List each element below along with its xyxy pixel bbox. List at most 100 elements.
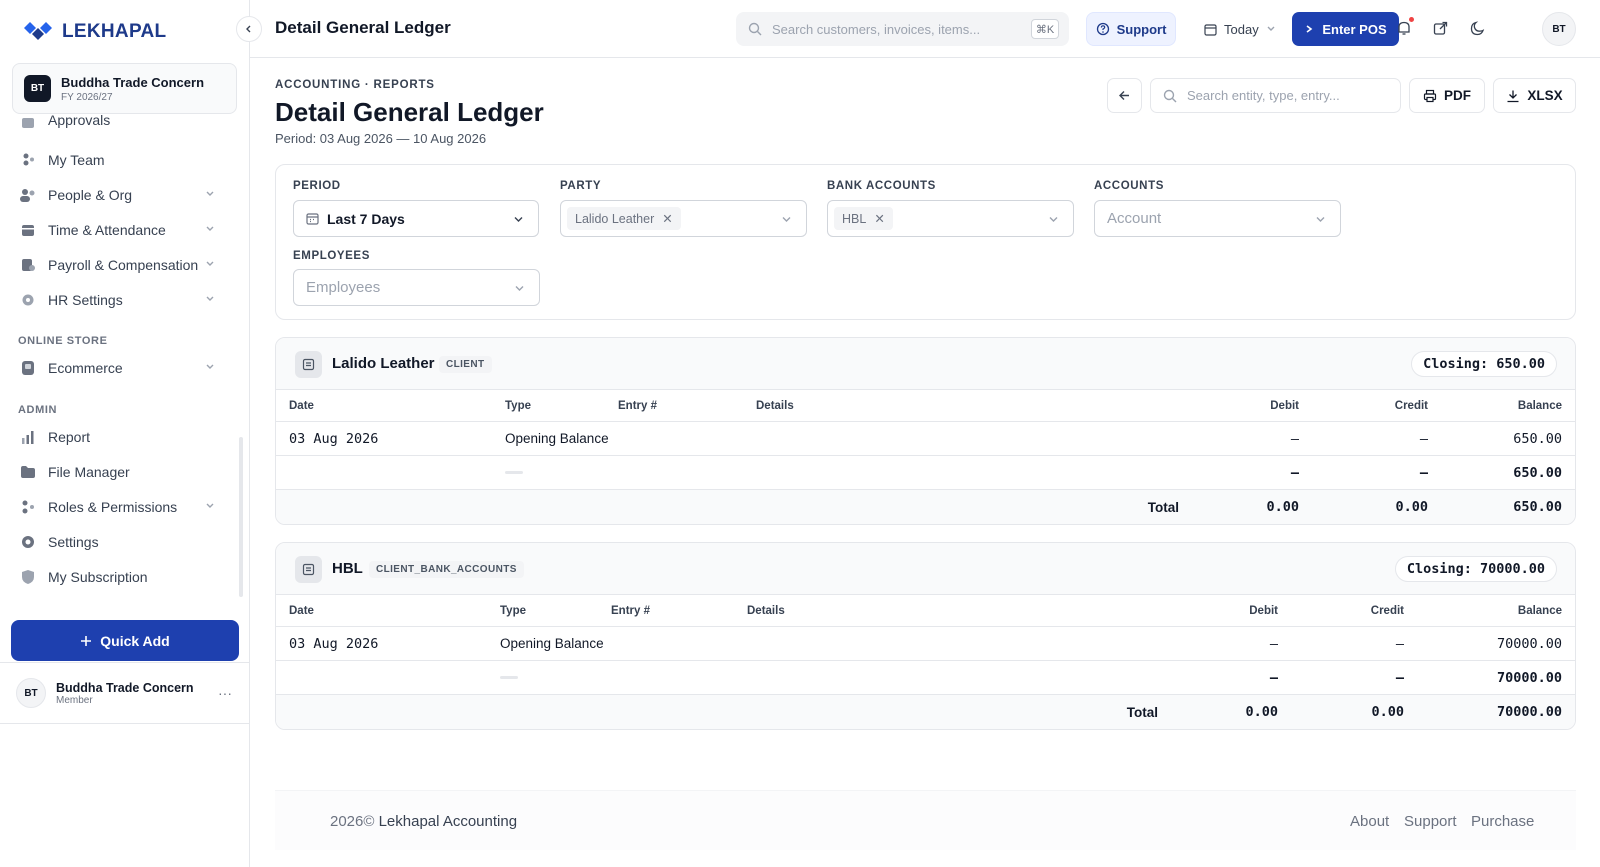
column-header: Type	[500, 604, 526, 617]
ledger-search-placeholder: Search entity, type, entry...	[1187, 88, 1340, 103]
footer-link-support[interactable]: Support	[1404, 813, 1457, 830]
user-profile[interactable]: BT Buddha Trade Concern Member ···	[0, 662, 250, 724]
period-select[interactable]: Last 7 Days	[293, 200, 539, 237]
support-label: Support	[1116, 21, 1167, 37]
sidebar-item-label: Approvals	[48, 112, 111, 128]
footer-link-purchase[interactable]: Purchase	[1471, 813, 1534, 830]
sidebar-item-label: File Manager	[48, 464, 130, 480]
sidebar-item-approvals[interactable]: Approvals	[12, 112, 227, 130]
org-fiscal-year: FY 2026/27	[61, 91, 113, 103]
total-label: Total	[1147, 499, 1179, 515]
row-debit: –	[1269, 669, 1278, 686]
breadcrumb: ACCOUNTING · REPORTS	[275, 79, 435, 91]
sidebar-item-label: Payroll & Compensation	[48, 257, 199, 273]
sidebar-item-my-team[interactable]: My Team	[12, 145, 227, 175]
sidebar-item-label: Time & Attendance	[48, 222, 166, 238]
table-total-row: Total 0.00 0.00 650.00	[276, 490, 1575, 524]
sidebar-item-label: Ecommerce	[48, 360, 123, 376]
chevron-down-icon	[206, 503, 214, 508]
sidebar-item-file-manager[interactable]: File Manager	[12, 457, 227, 487]
support-button[interactable]: Support	[1086, 12, 1176, 46]
bank-accounts-filter-label: BANK ACCOUNTS	[827, 180, 936, 192]
period-filter-label: PERIOD	[293, 180, 341, 192]
accounts-select[interactable]: Account	[1094, 200, 1341, 237]
table-row: 03 Aug 2026 Opening Balance – – 650.00	[276, 422, 1575, 456]
table-row: – – 650.00	[276, 456, 1575, 490]
shortcut-hint: ⌘K	[1031, 19, 1059, 39]
ledger-type-badge: CLIENT	[439, 356, 492, 373]
filters-panel: PERIOD Last 7 Days PARTY Lalido Leather …	[275, 164, 1576, 320]
global-search-placeholder: Search customers, invoices, items...	[772, 21, 981, 37]
chevron-down-icon	[1267, 26, 1275, 31]
row-credit: –	[1419, 464, 1428, 481]
remove-chip-icon[interactable]: ✕	[662, 211, 672, 226]
party-chip: Lalido Leather ✕	[567, 207, 681, 230]
table-row: – – 70000.00	[276, 661, 1575, 695]
copyright-company: Lekhapal Accounting	[378, 813, 518, 830]
column-header: Entry #	[618, 399, 657, 412]
sidebar-item-label: My Team	[48, 152, 105, 168]
chevron-right-icon	[1306, 25, 1313, 33]
folder-icon	[20, 464, 36, 480]
bell-icon[interactable]	[1393, 17, 1415, 39]
ledger-search-input[interactable]: Search entity, type, entry...	[1150, 78, 1401, 113]
footer: 2026© Lekhapal Accounting About Support …	[275, 790, 1576, 850]
accounts-placeholder: Account	[1107, 210, 1162, 227]
section-online-store: ONLINE STORE	[18, 335, 108, 347]
sidebar-item-my-subscription[interactable]: My Subscription	[12, 562, 227, 592]
sidebar-item-settings[interactable]: Settings	[12, 527, 227, 557]
brand-logo-icon	[24, 22, 52, 40]
ledger-name: HBL	[332, 560, 363, 577]
back-button[interactable]	[1107, 78, 1142, 113]
collapse-sidebar-button[interactable]	[236, 16, 262, 42]
sidebar-item-payroll[interactable]: Payroll & Compensation	[12, 250, 227, 280]
date-filter-label: Today	[1224, 21, 1259, 37]
row-date: 03 Aug 2026	[289, 635, 379, 652]
date-filter-dropdown[interactable]: Today	[1204, 12, 1276, 46]
external-link-icon[interactable]	[1429, 17, 1451, 39]
row-date: 03 Aug 2026	[289, 430, 379, 447]
party-select[interactable]: Lalido Leather ✕	[560, 200, 807, 237]
sidebar-item-roles-permissions[interactable]: Roles & Permissions	[12, 492, 227, 522]
sidebar-scrollbar[interactable]	[239, 437, 243, 597]
xlsx-export-button[interactable]: XLSX	[1493, 78, 1576, 113]
enter-pos-button[interactable]: Enter POS	[1292, 12, 1399, 46]
brand-logo[interactable]: LEKHAPAL	[22, 20, 166, 44]
chevron-left-icon	[246, 25, 251, 33]
org-avatar: BT	[24, 75, 51, 102]
sidebar-item-hr-settings[interactable]: HR Settings	[12, 285, 227, 315]
period-select-value: Last 7 Days	[327, 210, 405, 227]
document-icon	[295, 351, 322, 378]
sidebar-item-people-org[interactable]: People & Org	[12, 180, 227, 210]
quick-add-label: Quick Add	[100, 632, 170, 649]
closing-balance-badge: Closing: 70000.00	[1394, 556, 1557, 582]
bank-accounts-select[interactable]: HBL ✕	[827, 200, 1074, 237]
employees-filter-label: EMPLOYEES	[293, 250, 370, 262]
org-switcher[interactable]: BT Buddha Trade Concern FY 2026/27	[12, 63, 237, 114]
pdf-export-button[interactable]: PDF	[1409, 78, 1485, 113]
column-header: Balance	[1517, 604, 1562, 617]
avatar[interactable]: BT	[1542, 12, 1576, 46]
sidebar-item-ecommerce[interactable]: Ecommerce	[12, 353, 227, 383]
quick-add-button[interactable]: Quick Add	[11, 620, 239, 661]
topbar-title: Detail General Ledger	[275, 18, 451, 37]
column-header: Credit	[1370, 604, 1404, 617]
row-debit: –	[1269, 635, 1278, 652]
sidebar-item-report[interactable]: Report	[12, 422, 227, 452]
row-balance: 650.00	[1513, 430, 1562, 447]
employees-select[interactable]: Employees	[293, 269, 540, 306]
help-icon	[1096, 22, 1109, 36]
settings-icon	[20, 534, 36, 550]
moon-icon[interactable]	[1466, 17, 1488, 39]
row-credit: –	[1395, 635, 1404, 652]
footer-link-about[interactable]: About	[1350, 813, 1389, 830]
chevron-down-icon	[1049, 217, 1058, 222]
period-summary: Period: 03 Aug 2026 — 10 Aug 2026	[275, 131, 487, 146]
approvals-icon	[20, 114, 36, 130]
sidebar-item-time-attendance[interactable]: Time & Attendance	[12, 215, 227, 245]
chevron-down-icon	[206, 191, 214, 196]
global-search-input[interactable]: Search customers, invoices, items... ⌘K	[736, 12, 1069, 46]
remove-chip-icon[interactable]: ✕	[874, 211, 884, 226]
column-header: Debit	[1249, 604, 1278, 617]
more-icon[interactable]: ···	[218, 685, 232, 701]
